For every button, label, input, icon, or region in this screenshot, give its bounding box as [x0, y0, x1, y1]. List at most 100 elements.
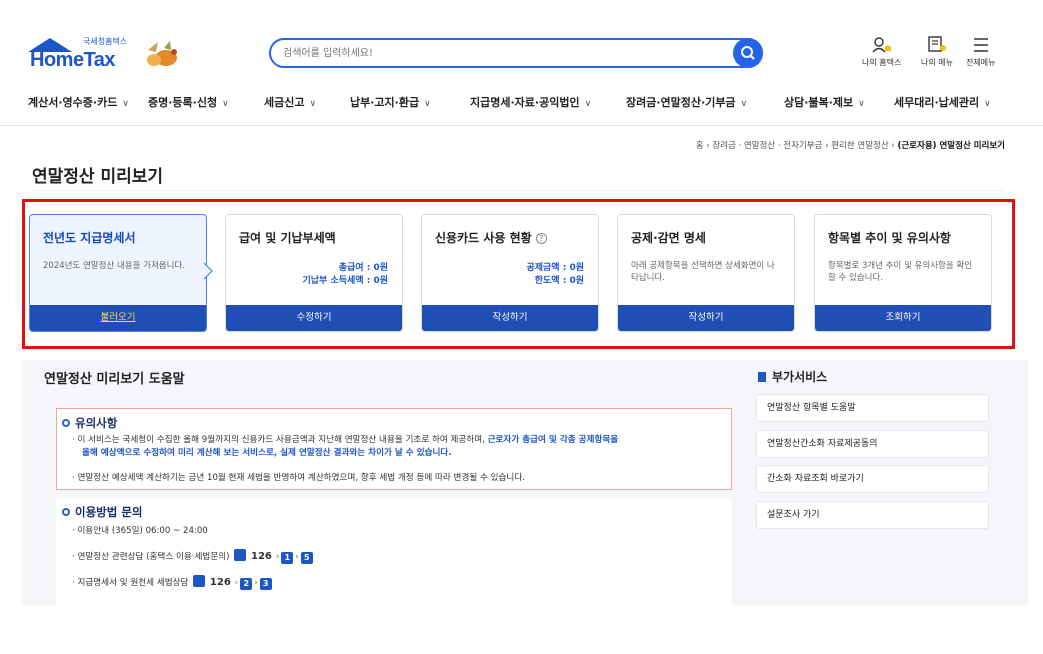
side-item-survey[interactable]: 설문조사 가기 — [756, 501, 989, 529]
view-button[interactable]: 조회하기 — [815, 305, 991, 331]
side-item-lookup[interactable]: 간소화 자료조회 바로가기 — [756, 465, 989, 493]
step-values: 공제금액 : 0원 한도액 : 0원 — [526, 262, 584, 288]
search-input[interactable] — [283, 45, 713, 61]
load-button[interactable]: 불러오기 — [30, 305, 206, 331]
edit-button[interactable]: 수정하기 — [226, 305, 402, 331]
write-card-button[interactable]: 작성하기 — [422, 305, 598, 331]
step-desc: 2024년도 연말정산 내용을 가져옵니다. — [43, 261, 185, 271]
step-desc: 아래 공제항목을 선택하면 상세화면이 나타납니다. — [631, 261, 775, 283]
caution-heading-text: 유의사항 — [75, 416, 118, 430]
tel-number: 126 — [250, 551, 272, 562]
side-services-title: 부가서비스 — [758, 368, 827, 385]
step-deductions: 공제·감면 명세 아래 공제항목을 선택하면 상세화면이 나타납니다. 작성하기 — [617, 214, 795, 332]
inquiry-text: · 지급명세서 및 원천세 세법상담 — [72, 578, 189, 588]
circle-bullet-icon — [62, 419, 70, 427]
nav-label: 세무대리·납세관리 — [894, 96, 980, 109]
help-title: 연말정산 미리보기 도움말 — [44, 372, 185, 387]
nav-item-receipts[interactable]: 계산서·영수증·카드 ∨ — [28, 94, 129, 110]
nav-item-year-end[interactable]: 장려금·연말정산·기부금 ∨ — [626, 94, 747, 110]
menu-digit: 1 — [281, 552, 294, 564]
logo-text: HomeTax — [30, 49, 116, 71]
step-salary-tax: 급여 및 기납부세액 총급여 : 0원 기납부 소득세액 : 0원 수정하기 — [225, 214, 403, 332]
logo-sub: 국세청홈택스 — [83, 37, 128, 46]
user-bell-icon — [872, 37, 891, 53]
help-question-icon[interactable]: ? — [535, 233, 547, 244]
my-hometax-button[interactable]: 나의 홈택스 — [862, 36, 901, 68]
step-values: 총급여 : 0원 기납부 소득세액 : 0원 — [302, 262, 388, 288]
nav-label: 납부·고지·환급 — [350, 96, 420, 109]
arrow-icon: › — [254, 578, 258, 588]
chevron-down-icon: ∨ — [424, 99, 431, 109]
menu-digit: 3 — [259, 578, 272, 590]
main-nav: 계산서·영수증·카드 ∨ 증명·등록·신청 ∨ 세금신고 ∨ 납부·고지·환급 ∨ 지급… — [0, 88, 1043, 116]
arrow-icon: › — [275, 552, 280, 562]
chevron-down-icon: ∨ — [584, 99, 592, 109]
nav-item-payment[interactable]: 납부·고지·환급 ∨ — [350, 94, 431, 110]
circle-bullet-icon — [62, 508, 70, 516]
arrow-icon: › — [234, 578, 239, 588]
step-trends: 항목별 추이 및 유의사항 항목별로 3개년 추이 및 유의사항을 확인할 수 … — [814, 214, 992, 332]
breadcrumb: 홈 › 장려금 · 연말정산 · 전자기부금 › 편리한 연말정산 › (근로자… — [696, 139, 1005, 151]
phone-icon — [193, 575, 206, 587]
all-menu-button[interactable]: 전체메뉴 — [966, 36, 995, 68]
menu-digit: 2 — [240, 578, 253, 590]
search-button[interactable] — [733, 38, 763, 68]
menu-digit: 5 — [300, 552, 313, 564]
search-bar — [269, 38, 763, 68]
tel-number: 126 — [209, 577, 231, 588]
nav-label: 상담·불복·제보 — [784, 96, 854, 109]
arrow-icon: › — [295, 552, 299, 562]
step-title: 공제·감면 명세 — [631, 231, 706, 245]
hamburger-icon — [973, 38, 988, 52]
chevron-down-icon: ∨ — [122, 99, 129, 109]
nav-item-agent[interactable]: 세무대리·납세관리 ∨ — [894, 94, 991, 110]
nav-item-consult[interactable]: 상담·불복·제보 ∨ — [784, 94, 865, 110]
nav-label: 증명·등록·신청 — [148, 96, 218, 109]
search-icon — [741, 46, 755, 60]
favorite-star-icon[interactable]: ☆ — [995, 137, 1005, 150]
my-menu-label: 나의 메뉴 — [921, 58, 953, 67]
side-item-consent[interactable]: 연말정산간소화 자료제공동의 — [756, 430, 989, 458]
nav-label: 계산서·영수증·카드 — [28, 96, 118, 109]
title-divider — [32, 190, 1004, 191]
step-title-text: 신용카드 사용 현황 — [435, 231, 532, 245]
total-salary-value: 총급여 : 0원 — [338, 263, 388, 273]
caution-item-1: · 이 서비스는 국세청이 수집한 올해 9월까지의 신용카드 사용금액과 지난… — [72, 434, 618, 446]
page: 국세청홈택스 HomeTax 검색어를 입력하세요! 나의 홈택스 나의 메뉴 … — [0, 0, 1043, 654]
side-title-text: 부가서비스 — [772, 370, 828, 384]
bookmark-icon — [758, 372, 766, 382]
my-menu-button[interactable]: 나의 메뉴 — [921, 36, 953, 68]
step-title: 전년도 지급명세서 — [43, 231, 136, 245]
breadcrumb-path[interactable]: 홈 › 장려금 · 연말정산 · 전자기부금 › 편리한 연말정산 › — [696, 141, 895, 151]
write-deduction-button[interactable]: 작성하기 — [618, 305, 794, 331]
inquiry-heading: 이용방법 문의 — [62, 504, 142, 520]
nav-item-tax-filing[interactable]: 세금신고 ∨ — [264, 94, 316, 110]
caution-highlight: 올해 예상액으로 수정하여 미리 계산해 보는 서비스로, 실제 연말정산 결과… — [82, 448, 452, 458]
nav-item-statements[interactable]: 지급명세·자료·공익법인 ∨ — [470, 94, 591, 110]
inquiry-heading-text: 이용방법 문의 — [75, 505, 143, 519]
caution-highlight: 근로자가 총급여 및 각종 공제항목을 — [487, 435, 619, 445]
chevron-down-icon: ∨ — [222, 99, 229, 109]
inquiry-text: · 연말정산 관련상담 (홈택스 이용·세법문의) — [72, 552, 230, 562]
breadcrumb-current: (근로자용) 연말정산 미리보기 — [897, 141, 1005, 151]
my-hometax-label: 나의 홈택스 — [862, 58, 902, 67]
chevron-down-icon: ∨ — [309, 99, 317, 109]
caution-heading: 유의사항 — [62, 415, 117, 431]
inquiry-hours: · 이용안내 (365일) 06:00 ~ 24:00 — [72, 526, 208, 536]
nav-item-certificates[interactable]: 증명·등록·신청 ∨ — [148, 94, 229, 110]
hometax-logo[interactable]: 국세청홈택스 HomeTax — [28, 36, 178, 72]
step-title: 항목별 추이 및 유의사항 — [828, 231, 951, 245]
chevron-down-icon: ∨ — [740, 99, 748, 109]
deduction-amount-value: 공제금액 : 0원 — [526, 263, 584, 273]
page-title: 연말정산 미리보기 — [32, 167, 164, 187]
caution-item-1-cont: 올해 예상액으로 수정하여 미리 계산해 보는 서비스로, 실제 연말정산 결과… — [82, 447, 452, 459]
side-item-help[interactable]: 연말정산 항목별 도움말 — [756, 394, 989, 422]
nav-label: 지급명세·자료·공익법인 — [470, 96, 580, 109]
inquiry-line-2: · 지급명세서 및 원천세 세법상담 126 › 2 › 3 — [72, 575, 272, 590]
step-desc: 항목별로 3개년 추이 및 유의사항을 확인할 수 있습니다. — [828, 261, 973, 283]
caution-text: · 이 서비스는 국세청이 수집한 올해 9월까지의 신용카드 사용금액과 지난… — [72, 435, 488, 445]
prepaid-tax-value: 기납부 소득세액 : 0원 — [302, 276, 388, 286]
step-prior-statement: 전년도 지급명세서 2024년도 연말정산 내용을 가져옵니다. 불러오기 — [29, 214, 207, 332]
phone-icon — [234, 549, 247, 561]
caution-item-2: · 연말정산 예상세액 계산하기는 금년 10월 현재 세법을 반영하여 계산하… — [72, 473, 525, 483]
